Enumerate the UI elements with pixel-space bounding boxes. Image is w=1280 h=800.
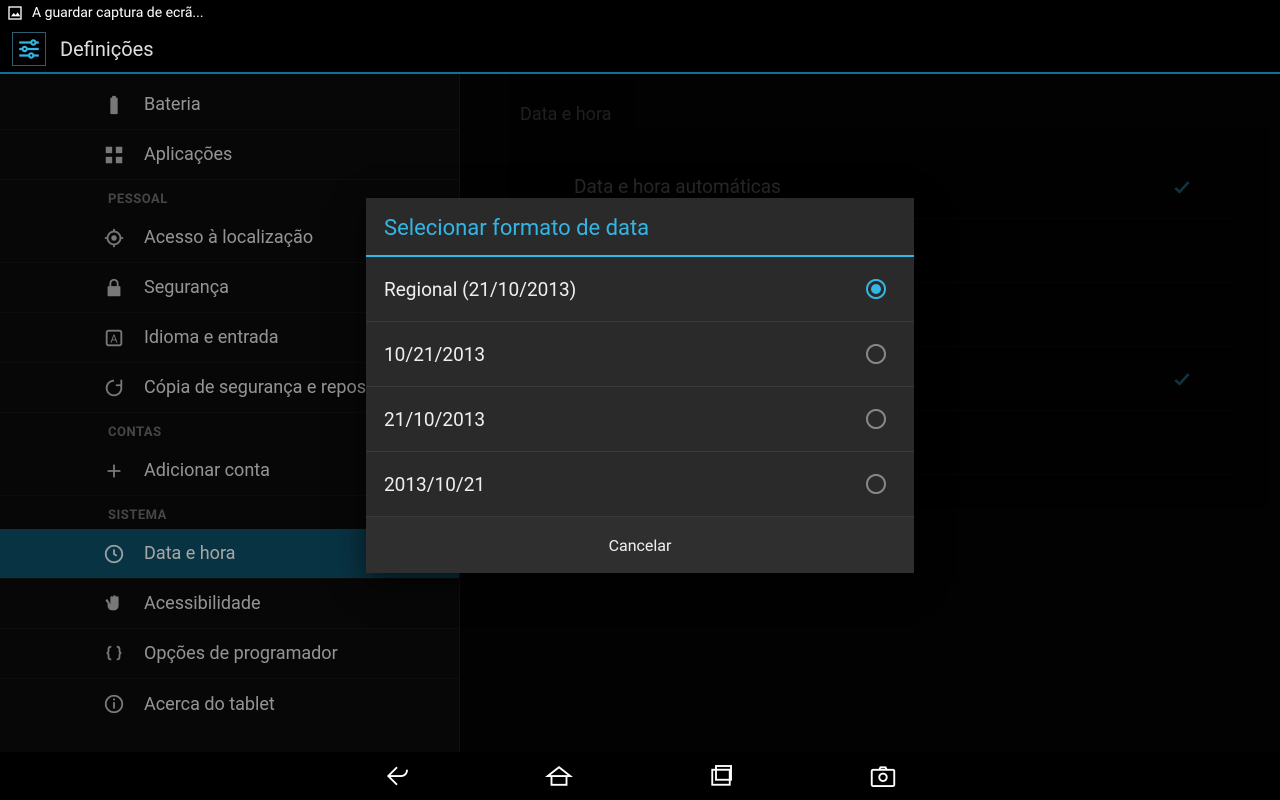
date-format-dialog: Selecionar formato de data Regional (21/… — [366, 198, 914, 573]
dialog-cancel-button[interactable]: Cancelar — [366, 517, 914, 573]
option-label: 2013/10/21 — [384, 473, 485, 496]
option-label: Regional (21/10/2013) — [384, 278, 576, 301]
date-format-option-mdy[interactable]: 10/21/2013 — [366, 322, 914, 387]
option-label: 21/10/2013 — [384, 408, 485, 431]
radio-icon — [866, 474, 886, 494]
action-bar-title: Definições — [60, 37, 154, 61]
dialog-overlay[interactable]: Selecionar formato de data Regional (21/… — [0, 74, 1280, 752]
radio-icon — [866, 409, 886, 429]
action-bar: Definições — [0, 26, 1280, 74]
picture-icon — [6, 4, 24, 22]
date-format-option-regional[interactable]: Regional (21/10/2013) — [366, 257, 914, 322]
radio-icon — [866, 344, 886, 364]
option-label: 10/21/2013 — [384, 343, 485, 366]
dialog-title: Selecionar formato de data — [366, 198, 914, 257]
nav-home-button[interactable] — [538, 755, 580, 797]
settings-app-icon — [12, 32, 46, 66]
date-format-option-ymd[interactable]: 2013/10/21 — [366, 452, 914, 517]
status-text: A guardar captura de ecrã... — [32, 5, 204, 21]
nav-recent-button[interactable] — [700, 755, 742, 797]
nav-back-button[interactable] — [376, 755, 418, 797]
navigation-bar — [0, 752, 1280, 800]
radio-selected-icon — [866, 279, 886, 299]
date-format-option-dmy[interactable]: 21/10/2013 — [366, 387, 914, 452]
nav-screenshot-button[interactable] — [862, 755, 904, 797]
settings-body: Bateria Aplicações PESSOAL Acesso à loca… — [0, 74, 1280, 752]
status-bar: A guardar captura de ecrã... — [0, 0, 1280, 26]
